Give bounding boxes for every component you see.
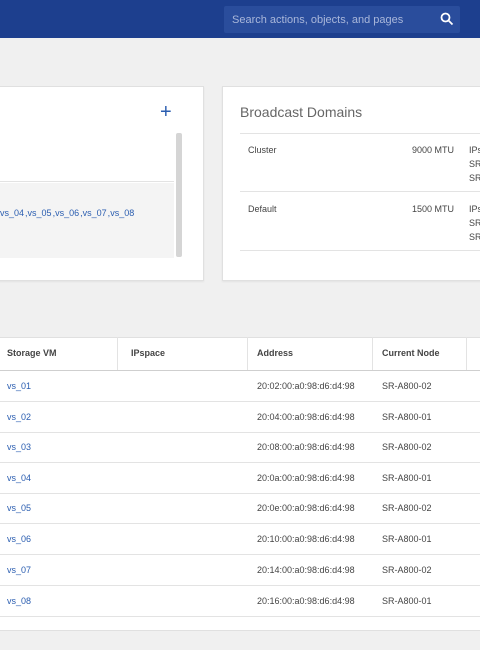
svm-link[interactable]: vs_07 [83, 208, 107, 218]
list-item [0, 134, 174, 182]
address-cell: 20:02:00:a0:98:d6:d4:98 [257, 381, 355, 391]
table-row[interactable]: vs_03 20:08:00:a0:98:d6:d4:98 SR-A800-02 [0, 432, 480, 463]
table-row[interactable]: vs_08 20:16:00:a0:98:d6:d4:98 SR-A800-01 [0, 586, 480, 617]
svm-link-list: vs_04,vs_05,vs_06,vs_07,vs_08 [0, 208, 135, 218]
node-cell: SR-A800-02 [382, 565, 432, 575]
svm-link[interactable]: vs_04 [0, 208, 24, 218]
broadcast-domain-row[interactable]: Cluster 9000 MTU IPs SR SR [240, 133, 480, 192]
domain-ip-line: SR [469, 218, 480, 228]
domain-ip-line: SR [469, 159, 480, 169]
table-row[interactable]: vs_04 20:0a:00:a0:98:d6:d4:98 SR-A800-01 [0, 463, 480, 494]
node-cell: SR-A800-01 [382, 412, 432, 422]
search-icon[interactable] [440, 12, 454, 26]
svm-link[interactable]: vs_04 [7, 473, 31, 483]
broadcast-domains-title: Broadcast Domains [240, 104, 363, 120]
broadcast-domain-row[interactable]: Default 1500 MTU IPs SR SR [240, 192, 480, 251]
node-cell: SR-A800-01 [382, 534, 432, 544]
address-cell: 20:10:00:a0:98:d6:d4:98 [257, 534, 355, 544]
domain-name: Cluster [248, 145, 277, 155]
table-row[interactable]: vs_06 20:10:00:a0:98:d6:d4:98 SR-A800-01 [0, 524, 480, 555]
svm-link[interactable]: vs_06 [55, 208, 79, 218]
domain-name: Default [248, 204, 277, 214]
table-row[interactable]: vs_07 20:14:00:a0:98:d6:d4:98 SR-A800-02 [0, 555, 480, 586]
column-divider [117, 337, 118, 370]
top-bar [0, 0, 480, 38]
domain-mtu: 9000 MTU [412, 145, 455, 155]
svm-link[interactable]: vs_06 [7, 534, 31, 544]
table-row[interactable]: vs_02 20:04:00:a0:98:d6:d4:98 SR-A800-01 [0, 402, 480, 433]
node-cell: SR-A800-02 [382, 442, 432, 452]
search-box[interactable] [224, 6, 460, 33]
svm-link[interactable]: vs_03 [7, 442, 31, 452]
column-header-current-node[interactable]: Current Node [382, 337, 440, 370]
table-row[interactable]: vs_05 20:0e:00:a0:98:d6:d4:98 SR-A800-02 [0, 493, 480, 524]
address-cell: 20:0a:00:a0:98:d6:d4:98 [257, 473, 355, 483]
domain-ip-line: IPs [469, 145, 480, 155]
search-input[interactable] [224, 6, 430, 33]
column-header-storage-vm[interactable]: Storage VM [7, 337, 57, 370]
svm-link[interactable]: vs_05 [28, 208, 52, 218]
address-cell: 20:16:00:a0:98:d6:d4:98 [257, 596, 355, 606]
node-cell: SR-A800-01 [382, 473, 432, 483]
svm-link[interactable]: vs_05 [7, 503, 31, 513]
column-divider [466, 337, 467, 370]
domain-ip-line: SR [469, 232, 480, 242]
svm-link[interactable]: vs_08 [7, 596, 31, 606]
domain-ip-line: IPs [469, 204, 480, 214]
plus-icon[interactable]: + [160, 102, 172, 122]
node-cell: SR-A800-02 [382, 503, 432, 513]
domain-mtu: 1500 MTU [412, 204, 455, 214]
address-cell: 20:04:00:a0:98:d6:d4:98 [257, 412, 355, 422]
column-header-ipspace[interactable]: IPspace [131, 337, 165, 370]
table-row[interactable]: vs_01 20:02:00:a0:98:d6:d4:98 SR-A800-02 [0, 371, 480, 402]
column-divider [372, 337, 373, 370]
address-cell: 20:08:00:a0:98:d6:d4:98 [257, 442, 355, 452]
list-item [0, 183, 174, 258]
column-divider [247, 337, 248, 370]
svm-link[interactable]: vs_07 [7, 565, 31, 575]
svm-link[interactable]: vs_02 [7, 412, 31, 422]
node-cell: SR-A800-01 [382, 596, 432, 606]
node-cell: SR-A800-02 [382, 381, 432, 391]
address-cell: 20:14:00:a0:98:d6:d4:98 [257, 565, 355, 575]
svm-link[interactable]: vs_01 [7, 381, 31, 391]
domain-ip-line: SR [469, 173, 480, 183]
svm-link[interactable]: vs_08 [110, 208, 134, 218]
column-header-address[interactable]: Address [257, 337, 293, 370]
vertical-scrollbar[interactable] [176, 133, 182, 257]
address-cell: 20:0e:00:a0:98:d6:d4:98 [257, 503, 355, 513]
